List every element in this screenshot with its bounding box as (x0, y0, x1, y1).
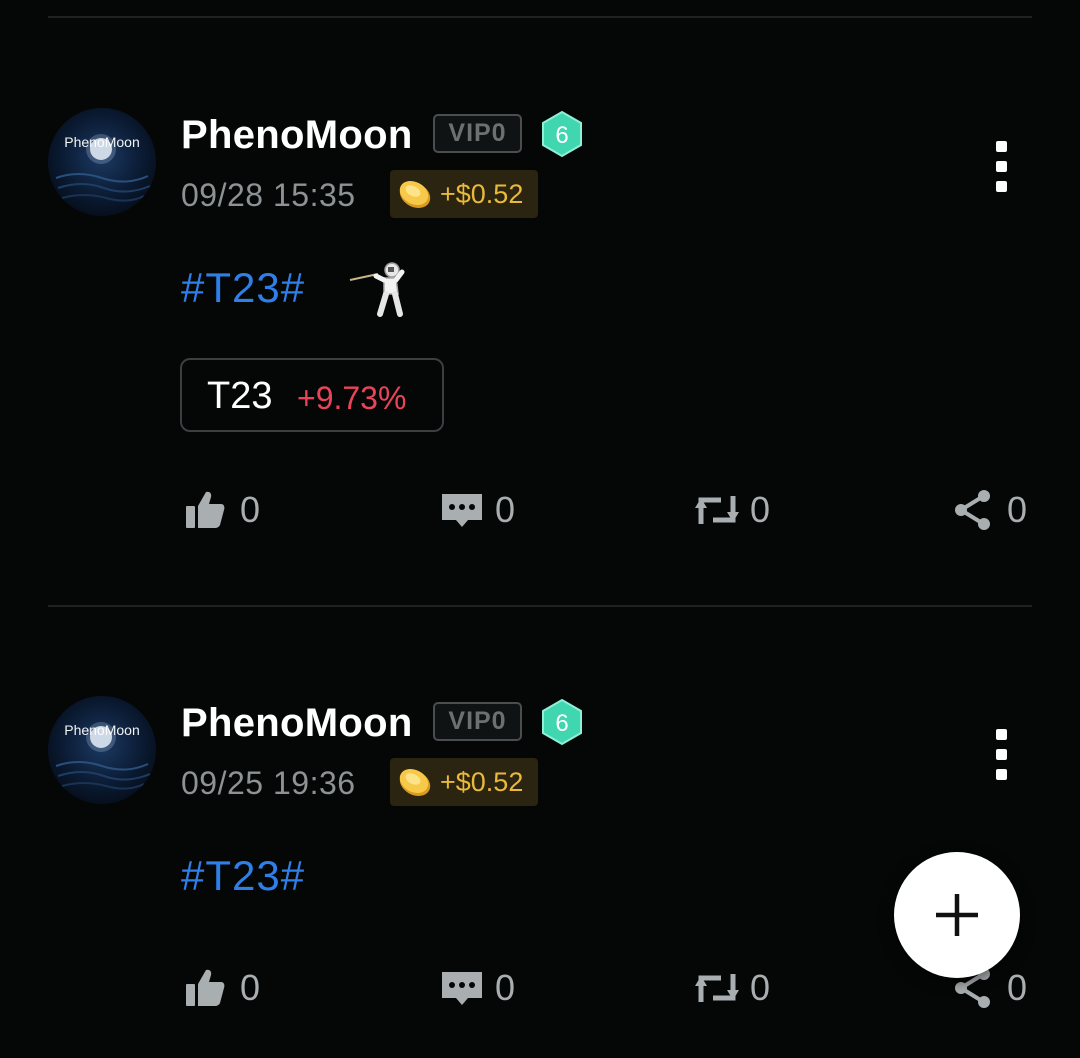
divider (48, 605, 1032, 607)
thumbs-up-icon (186, 491, 225, 528)
level-number: 6 (555, 122, 568, 149)
username[interactable]: PhenoMoon (181, 111, 413, 159)
avatar-logo-text: PhenoMoon (64, 722, 140, 738)
reward-badge: +$0.52 (390, 758, 538, 806)
share-button[interactable]: 0 (952, 488, 1042, 532)
coin-icon (399, 181, 431, 208)
reward-badge: +$0.52 (390, 170, 538, 218)
comment-button[interactable]: 0 (440, 966, 540, 1010)
share-icon (955, 490, 990, 530)
comment-icon (442, 494, 482, 527)
comment-count: 0 (495, 967, 516, 1008)
level-badge: 6 (540, 110, 584, 158)
stock-symbol: T23 (207, 375, 273, 417)
like-count: 0 (240, 489, 261, 530)
stock-chip[interactable]: T23 +9.73% (180, 358, 444, 432)
username[interactable]: PhenoMoon (181, 699, 413, 747)
stock-change: +9.73% (297, 380, 407, 416)
level-badge: 6 (540, 698, 584, 746)
comment-button[interactable]: 0 (440, 488, 540, 532)
thumbs-up-icon (186, 969, 225, 1006)
more-options-icon[interactable] (990, 729, 1014, 783)
like-button[interactable]: 0 (185, 488, 285, 532)
share-count: 0 (1007, 489, 1028, 530)
share-count: 0 (1007, 967, 1028, 1008)
repost-icon (695, 496, 739, 524)
reward-amount: +$0.52 (440, 767, 524, 797)
repost-button[interactable]: 0 (695, 488, 795, 532)
vip-badge: VIP0 (433, 114, 522, 153)
repost-count: 0 (750, 489, 771, 530)
post-timestamp: 09/28 15:35 (181, 177, 356, 213)
repost-button[interactable]: 0 (695, 966, 795, 1010)
reward-amount: +$0.52 (440, 179, 524, 209)
like-count: 0 (240, 967, 261, 1008)
divider (48, 16, 1032, 18)
coin-icon (399, 769, 431, 796)
more-options-icon[interactable] (990, 141, 1014, 195)
avatar[interactable]: PhenoMoon (48, 108, 156, 216)
hashtag-link[interactable]: #T23# (181, 850, 305, 902)
comment-icon (442, 972, 482, 1005)
hashtag-link[interactable]: #T23# (181, 262, 305, 314)
repost-count: 0 (750, 967, 771, 1008)
plus-icon (936, 894, 978, 936)
comment-count: 0 (495, 489, 516, 530)
vip-badge: VIP0 (433, 702, 522, 741)
level-number: 6 (555, 710, 568, 737)
avatar[interactable]: PhenoMoon (48, 696, 156, 804)
repost-icon (695, 974, 739, 1002)
like-button[interactable]: 0 (185, 966, 285, 1010)
post-card[interactable]: PhenoMoon PhenoMoon VIP0 6 09/28 15:35 +… (0, 108, 1080, 588)
avatar-logo-text: PhenoMoon (64, 134, 140, 150)
create-post-button[interactable] (894, 852, 1020, 978)
post-timestamp: 09/25 19:36 (181, 765, 356, 801)
fencer-icon (349, 262, 405, 317)
